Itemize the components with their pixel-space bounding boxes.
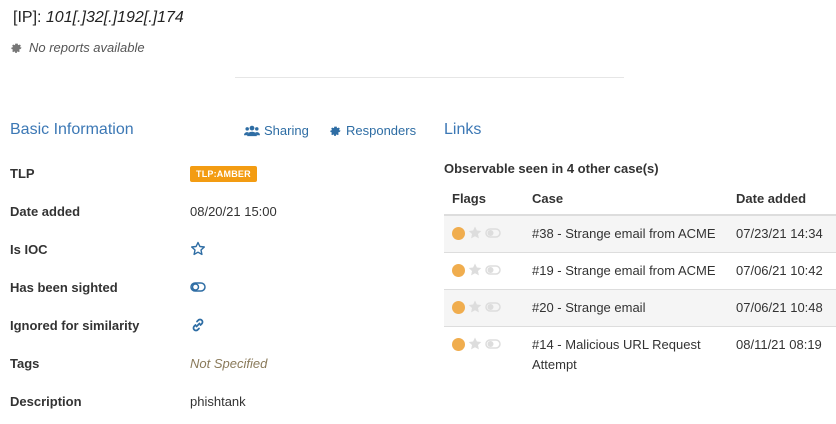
links-subtitle: Observable seen in 4 other case(s)	[444, 161, 659, 176]
basic-info-details: TLP TLP:AMBER Date added 08/20/21 15:00 …	[10, 160, 430, 424]
links-title: Links	[444, 121, 482, 138]
detail-row-description: Description phishtank	[10, 388, 430, 424]
observable-type: [IP]:	[13, 9, 42, 26]
gear-icon	[330, 126, 341, 136]
date-cell: 08/11/21 08:19	[728, 326, 836, 383]
flags-cell	[444, 326, 524, 383]
toggle-icon	[485, 339, 501, 349]
date-added-value: 08/20/21 15:00	[190, 204, 277, 219]
star-icon	[468, 263, 482, 276]
links-table: Flags Case Date added #38 - Strange emai…	[444, 182, 836, 383]
toggle-icon	[485, 228, 501, 238]
case-link[interactable]: #14 - Malicious URL Request Attempt	[532, 337, 701, 372]
users-icon	[244, 125, 260, 137]
case-cell: #19 - Strange email from ACME	[524, 252, 728, 290]
observable-title: [IP]: 101[.]32[.]192[.]174	[13, 9, 184, 27]
basic-info-title: Basic Information	[10, 121, 134, 138]
no-reports-text: No reports available	[29, 40, 145, 55]
date-added-label: Date added	[10, 204, 81, 219]
star-icon	[468, 337, 482, 350]
tlp-dot-icon	[452, 263, 465, 277]
flags-cell	[444, 214, 524, 253]
link-icon[interactable]	[190, 317, 206, 333]
detail-row-tags: Tags Not Specified	[10, 350, 430, 388]
column-header-flags: Flags	[444, 182, 524, 216]
table-row: #20 - Strange email 07/06/21 10:48	[444, 289, 836, 327]
date-cell: 07/23/21 14:34	[728, 214, 836, 253]
star-outline-icon[interactable]	[190, 241, 206, 257]
tlp-badge: TLP:AMBER	[190, 166, 257, 182]
detail-row-tlp: TLP TLP:AMBER	[10, 160, 430, 198]
case-link[interactable]: #19 - Strange email from ACME	[532, 263, 716, 278]
detail-row-ignored: Ignored for similarity	[10, 312, 430, 350]
reports-status: No reports available	[10, 40, 145, 55]
tlp-dot-icon	[452, 226, 465, 240]
column-header-case: Case	[524, 182, 728, 216]
tlp-label: TLP	[10, 166, 35, 181]
description-label: Description	[10, 394, 82, 409]
star-icon	[468, 300, 482, 313]
description-value[interactable]: phishtank	[190, 394, 246, 409]
gear-icon	[11, 43, 22, 53]
table-row: #14 - Malicious URL Request Attempt 08/1…	[444, 326, 836, 383]
detail-row-date-added: Date added 08/20/21 15:00	[10, 198, 430, 236]
detail-row-is-ioc: Is IOC	[10, 236, 430, 274]
tlp-dot-icon	[452, 300, 465, 314]
star-icon	[468, 226, 482, 239]
tags-label: Tags	[10, 356, 40, 371]
sharing-button[interactable]: Sharing	[244, 123, 309, 138]
toggle-icon	[485, 265, 501, 275]
flags-cell	[444, 252, 524, 290]
case-cell: #38 - Strange email from ACME	[524, 214, 728, 253]
observable-value: 101[.]32[.]192[.]174	[45, 9, 184, 26]
case-link[interactable]: #20 - Strange email	[532, 300, 645, 315]
divider	[235, 77, 624, 78]
ignored-label: Ignored for similarity	[10, 318, 140, 333]
is-ioc-label: Is IOC	[10, 242, 48, 257]
date-cell: 07/06/21 10:48	[728, 289, 836, 327]
tags-value[interactable]: Not Specified	[190, 356, 267, 371]
toggle-icon	[485, 302, 501, 312]
case-cell: #14 - Malicious URL Request Attempt	[524, 326, 728, 383]
date-cell: 07/06/21 10:42	[728, 252, 836, 290]
column-header-date: Date added	[728, 182, 836, 216]
toggle-icon[interactable]	[190, 279, 206, 295]
table-header-row: Flags Case Date added	[444, 182, 836, 216]
sharing-label: Sharing	[264, 123, 309, 138]
detail-row-sighted: Has been sighted	[10, 274, 430, 312]
tlp-dot-icon	[452, 337, 465, 351]
case-cell: #20 - Strange email	[524, 289, 728, 327]
table-row: #38 - Strange email from ACME 07/23/21 1…	[444, 214, 836, 253]
sighted-label: Has been sighted	[10, 280, 118, 295]
responders-label: Responders	[346, 123, 417, 138]
flags-cell	[444, 289, 524, 327]
case-link[interactable]: #38 - Strange email from ACME	[532, 226, 716, 241]
responders-button[interactable]: Responders	[329, 123, 416, 138]
table-row: #19 - Strange email from ACME 07/06/21 1…	[444, 252, 836, 290]
